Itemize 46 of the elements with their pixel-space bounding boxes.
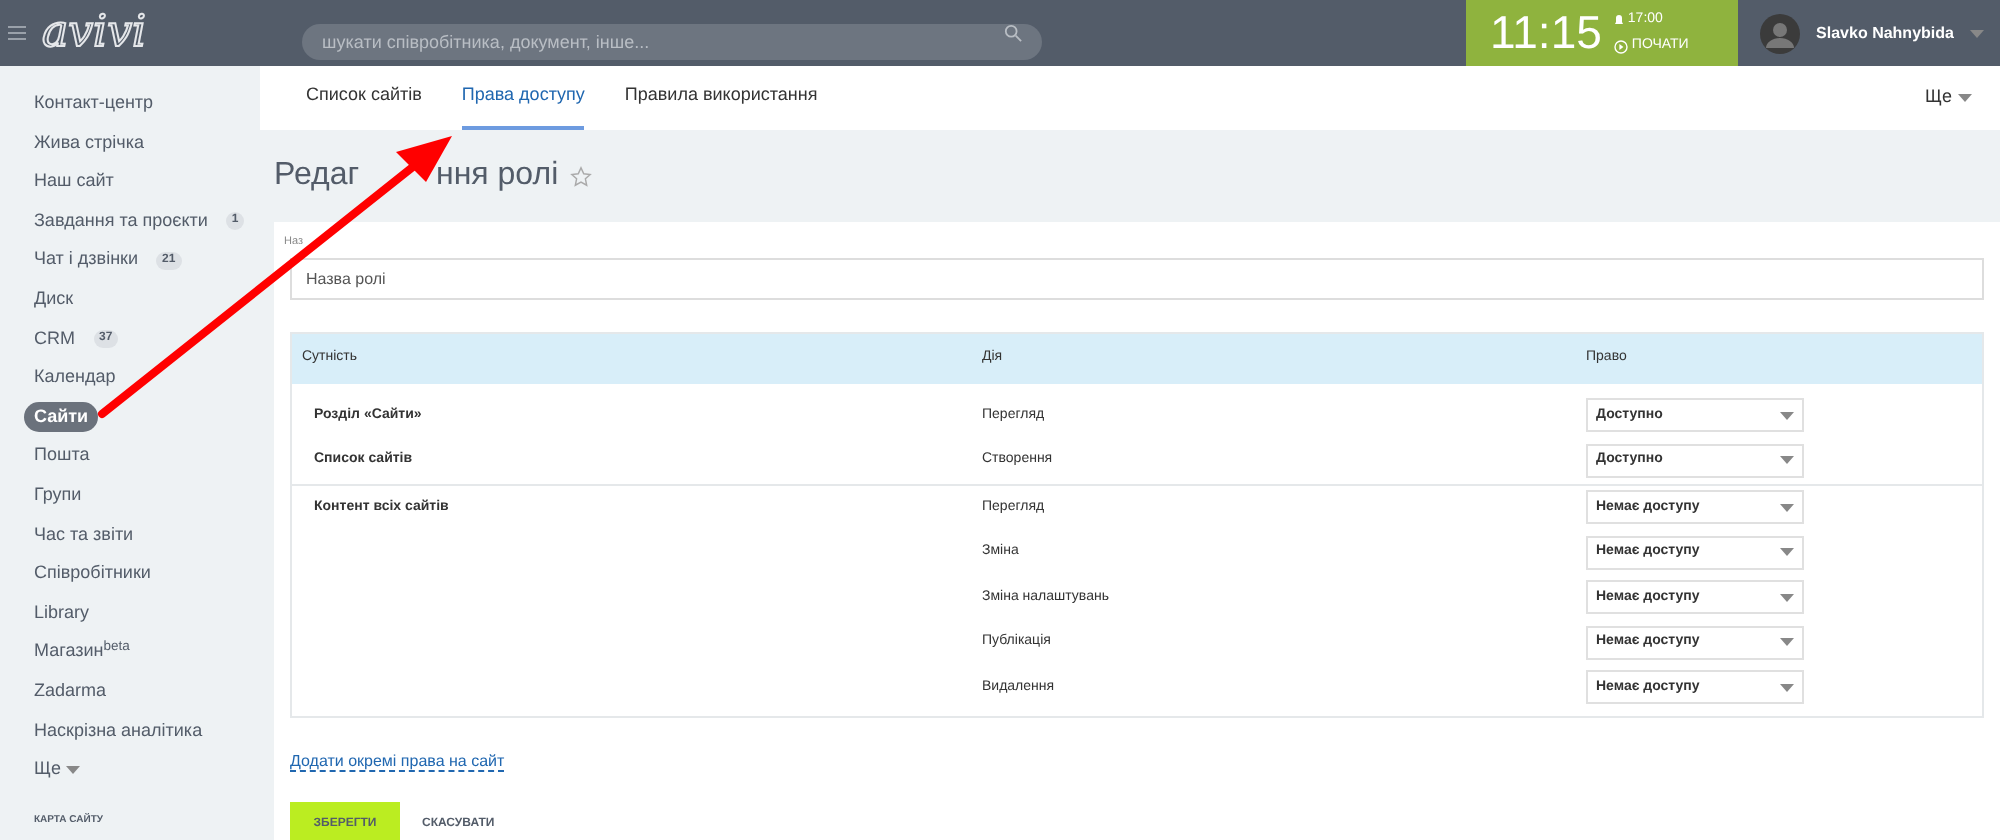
- caret-icon: [1780, 503, 1794, 512]
- sidebar-item[interactable]: Library: [24, 599, 100, 627]
- avatar[interactable]: [1760, 13, 1801, 53]
- caret-icon: [1780, 683, 1794, 692]
- page-title: Редаг: [274, 156, 360, 196]
- sidebar-item[interactable]: Пошта: [24, 442, 100, 470]
- logo[interactable]: avivi: [42, 11, 147, 55]
- caret-icon: [1969, 29, 1984, 37]
- search-field[interactable]: шукати співробітника, документ, інше...: [302, 23, 1043, 59]
- clock-time: 11:15: [1490, 10, 1602, 56]
- add-rights-link[interactable]: Додати окремі права на сайт: [290, 752, 505, 772]
- tab[interactable]: Права доступу: [461, 66, 585, 130]
- sidebar-item[interactable]: Наскрізна аналітика: [24, 717, 213, 745]
- caret-icon: [1780, 593, 1794, 602]
- more-link[interactable]: Ще: [34, 756, 61, 784]
- sidebar-item[interactable]: Жива стрічка: [24, 129, 154, 157]
- sidebar-item[interactable]: Чат і дзвінки: [24, 246, 149, 274]
- caret-icon: [1780, 638, 1794, 647]
- caret-icon: [1780, 411, 1794, 420]
- sidebar-item[interactable]: Zadarma: [24, 677, 117, 705]
- tab[interactable]: Список сайтів: [306, 66, 422, 130]
- sidebar-item[interactable]: Магазин$^{beta}$: [24, 638, 140, 666]
- sidebar-item[interactable]: Групи: [24, 481, 92, 509]
- sidebar-item[interactable]: Наш сайт: [24, 168, 124, 196]
- sidebar-item[interactable]: Диск: [24, 286, 84, 314]
- page-title: ння ролі: [436, 156, 559, 196]
- sidebar-item[interactable]: Календар: [24, 364, 126, 392]
- sidebar-item[interactable]: CRM: [24, 325, 85, 353]
- role-name-field[interactable]: Назва ролі: [290, 257, 1984, 299]
- caret-icon: [66, 765, 81, 774]
- sidebar-item[interactable]: Співробітники: [24, 560, 161, 588]
- more-tab[interactable]: Ще: [1925, 84, 1952, 112]
- play-icon: [1613, 39, 1628, 54]
- sidebar-item[interactable]: Сайти: [24, 401, 99, 433]
- search-icon[interactable]: [1004, 24, 1023, 42]
- sidebar-item[interactable]: Час та звіти: [24, 521, 144, 549]
- caret-icon: [1780, 548, 1794, 557]
- caret-icon: [1958, 94, 1972, 102]
- menu-icon[interactable]: [8, 26, 26, 40]
- star-icon[interactable]: [570, 165, 593, 187]
- sidebar-item[interactable]: Контакт-центр: [24, 90, 164, 118]
- bell-icon: [1613, 13, 1624, 26]
- sidebar-item[interactable]: Завдання та проєкти: [24, 207, 218, 235]
- tab[interactable]: Правила використання: [624, 66, 818, 130]
- caret-icon: [1780, 456, 1794, 465]
- user-name[interactable]: Slavko Nahnybida: [1816, 21, 1954, 45]
